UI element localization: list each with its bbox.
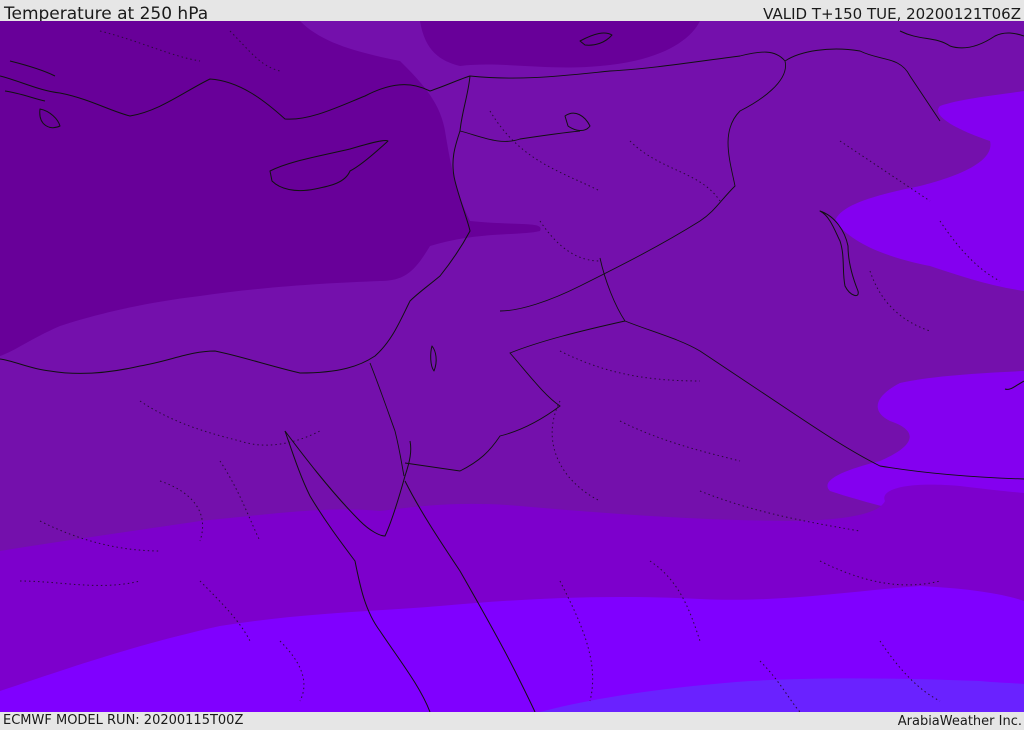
footer-bar: ECMWF MODEL RUN: 20200115T00Z ArabiaWeat… xyxy=(0,712,1024,729)
header-bar: Temperature at 250 hPa VALID T+150 TUE, … xyxy=(0,0,1024,24)
temperature-map[interactable] xyxy=(0,21,1024,712)
credit: ArabiaWeather Inc. xyxy=(897,714,1022,729)
model-run: ECMWF MODEL RUN: 20200115T00Z xyxy=(3,713,244,728)
